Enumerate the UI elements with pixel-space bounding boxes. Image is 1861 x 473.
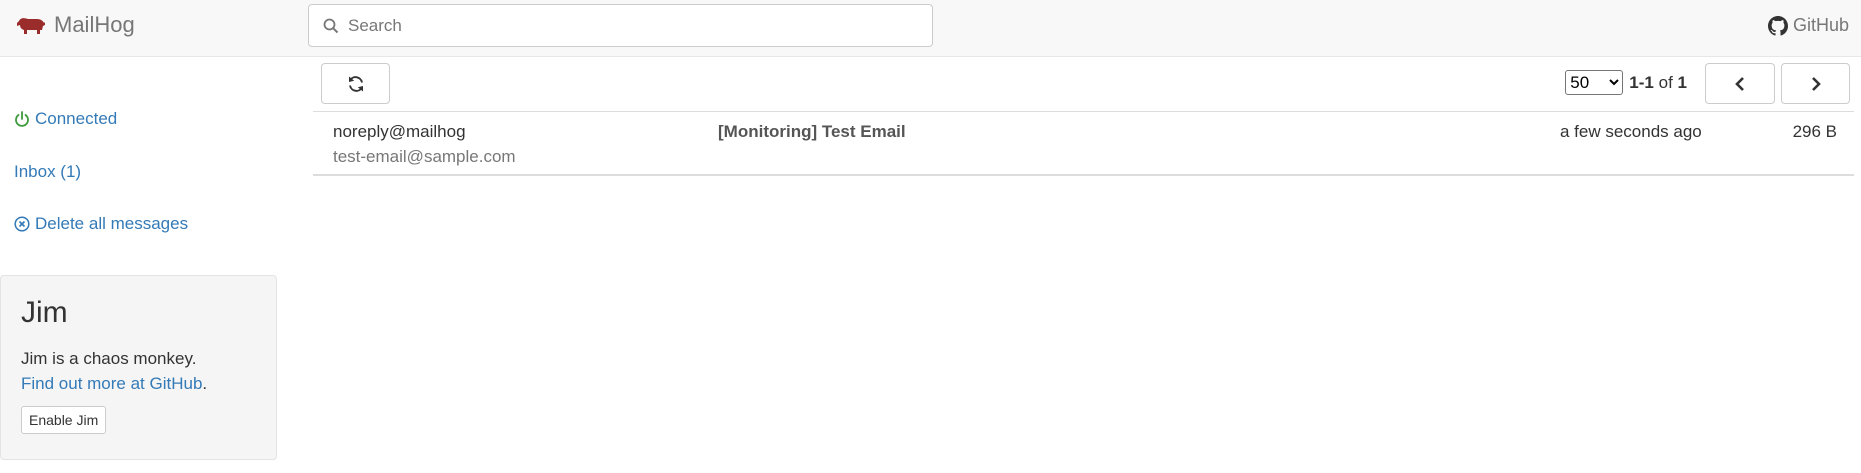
power-icon [15, 110, 29, 127]
pig-logo-icon [17, 18, 45, 34]
previous-page-button[interactable] [1705, 63, 1775, 104]
circle-x-icon [14, 216, 30, 232]
search-input[interactable] [348, 15, 908, 36]
connected-label: Connected [35, 109, 118, 128]
message-subject: [Monitoring] Test Email [718, 122, 906, 141]
jim-github-link[interactable]: Find out more at GitHub [21, 374, 202, 393]
jim-panel: Jim Jim is a chaos monkey. Find out more… [0, 275, 277, 460]
message-from: noreply@mailhog [333, 122, 466, 141]
top-navbar: MailHog GitHub [0, 0, 1861, 57]
connection-status: Connected [14, 109, 117, 129]
jim-title: Jim [21, 296, 68, 329]
chevron-right-icon [1811, 76, 1821, 91]
github-icon [1767, 15, 1788, 36]
search-box[interactable] [308, 4, 933, 47]
inbox-label: Inbox (1) [14, 162, 82, 181]
message-time: a few seconds ago [1560, 122, 1702, 141]
total-count: 1 [1677, 72, 1687, 92]
jim-description: Jim is a chaos monkey. [21, 349, 197, 368]
brand-name: MailHog [54, 12, 135, 37]
search-icon [323, 18, 339, 33]
message-list: noreply@mailhog test-email@sample.com [M… [313, 111, 1854, 176]
enable-jim-button[interactable]: Enable Jim [21, 406, 107, 434]
github-label: GitHub [1792, 15, 1849, 35]
github-link[interactable]: GitHub [1767, 15, 1849, 36]
refresh-button[interactable] [321, 63, 390, 104]
page-range: 1-1 of 1 [1629, 73, 1687, 93]
of-label: of [1658, 72, 1673, 92]
page-size-select[interactable]: 50 [1565, 70, 1624, 95]
table-row[interactable]: noreply@mailhog test-email@sample.com [M… [313, 112, 1854, 174]
refresh-icon [348, 75, 363, 92]
page-range-value: 1-1 [1629, 72, 1654, 92]
delete-all-label: Delete all messages [35, 214, 189, 233]
next-page-button[interactable] [1781, 63, 1850, 104]
delete-all-messages-link[interactable]: Delete all messages [14, 214, 188, 234]
brand-link[interactable]: MailHog [16, 12, 135, 38]
message-size: 296 B [1792, 122, 1837, 141]
jim-link-suffix: . [202, 374, 208, 393]
jim-link-line: Find out more at GitHub. [21, 371, 256, 396]
sidebar-item-inbox[interactable]: Inbox (1) [14, 162, 81, 182]
pagination-info: 50 1-1 of 1 [1565, 70, 1687, 95]
chevron-left-icon [1735, 76, 1744, 91]
jim-description-block: Jim is a chaos monkey. Find out more at … [21, 346, 256, 396]
message-to: test-email@sample.com [333, 147, 516, 166]
